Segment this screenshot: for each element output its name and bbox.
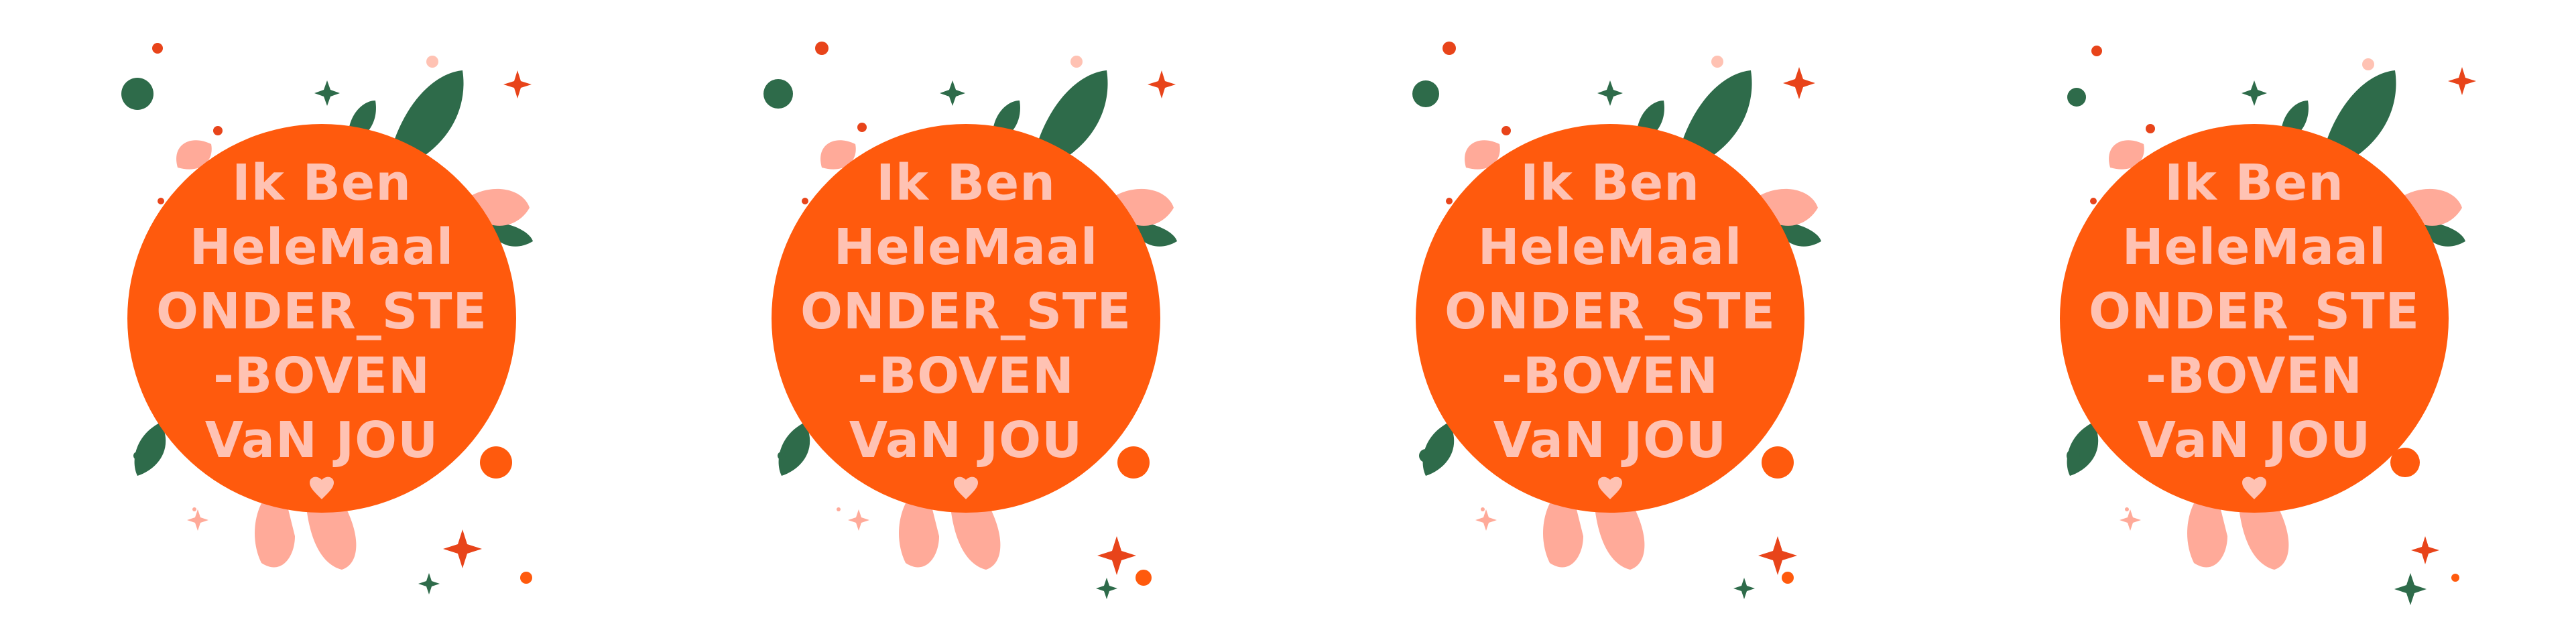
message-line: Ik Ben [876,154,1056,212]
message-line: -BOVEN [2146,347,2363,405]
message-line: ONDER_STE [800,283,1132,340]
sticker-message: Ik Ben HeleMaal ONDER_STE -BOVEN VaN JOU [1419,151,1801,472]
sticker-card-2: Ik Ben HeleMaal ONDER_STE -BOVEN VaN JOU [644,0,1288,634]
sticker-message: Ik Ben HeleMaal ONDER_STE -BOVEN VaN JOU [775,151,1157,472]
message-line: ONDER_STE [2088,283,2420,340]
message-line: -BOVEN [1501,347,1719,405]
message-line: ONDER_STE [1444,283,1776,340]
message-line: VaN JOU [2137,411,2372,469]
message-line: VaN JOU [849,411,1083,469]
sticker-card-1: Ik Ben HeleMaal ONDER_STE -BOVEN VaN JOU [0,0,643,634]
message-line: -BOVEN [857,347,1075,405]
message-line: VaN JOU [204,411,439,469]
message-line: -BOVEN [213,347,430,405]
sticker-card-3: Ik Ben HeleMaal ONDER_STE -BOVEN VaN JOU [1288,0,1932,634]
sticker-card-4: Ik Ben HeleMaal ONDER_STE -BOVEN VaN JOU [1933,0,2576,634]
message-line: HeleMaal [1477,218,1743,276]
message-line: HeleMaal [189,218,454,276]
message-line: VaN JOU [1493,411,1727,469]
message-line: Ik Ben [2164,154,2344,212]
message-line: HeleMaal [833,218,1099,276]
message-line: Ik Ben [232,154,412,212]
message-line: Ik Ben [1520,154,1700,212]
message-line: HeleMaal [2122,218,2387,276]
sticker-message: Ik Ben HeleMaal ONDER_STE -BOVEN VaN JOU [131,151,513,472]
sticker-message: Ik Ben HeleMaal ONDER_STE -BOVEN VaN JOU [2063,151,2445,472]
message-line: ONDER_STE [156,283,488,340]
